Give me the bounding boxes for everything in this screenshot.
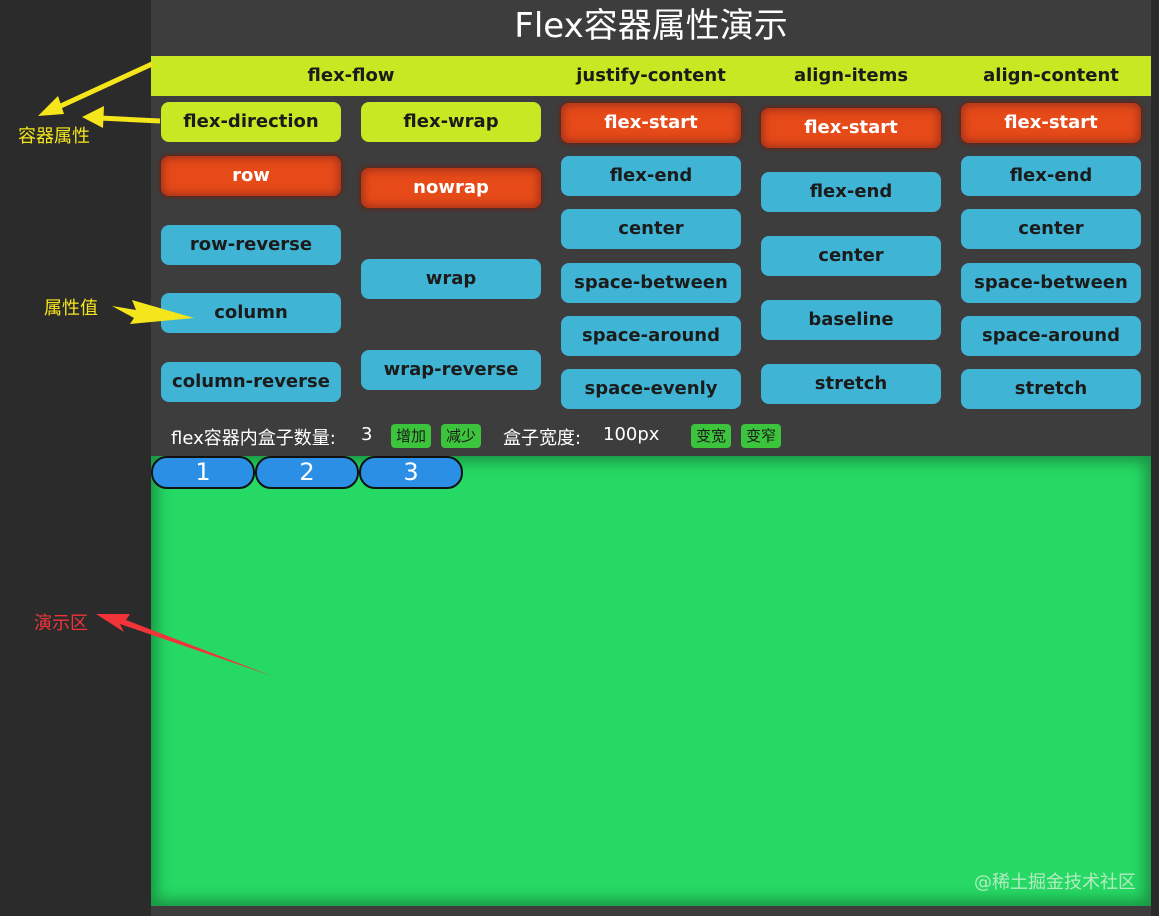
direction-option-column[interactable]: column xyxy=(161,293,341,333)
align-content-option-flex-start[interactable]: flex-start xyxy=(961,103,1141,143)
align-content-option-center[interactable]: center xyxy=(961,209,1141,249)
align-content-option-stretch[interactable]: stretch xyxy=(961,369,1141,409)
header-justify-content: justify-content xyxy=(576,65,726,86)
align-items-option-baseline[interactable]: baseline xyxy=(761,300,941,340)
wrap-option-nowrap[interactable]: nowrap xyxy=(361,168,541,208)
annotation-demo-area: 演示区 xyxy=(34,613,88,634)
align-items-option-flex-start[interactable]: flex-start xyxy=(761,108,941,148)
header-align-content: align-content xyxy=(983,65,1119,86)
annotation-container-props: 容器属性 xyxy=(18,126,90,147)
justify-option-center[interactable]: center xyxy=(561,209,741,249)
header-align-items: align-items xyxy=(793,65,909,86)
decrease-button[interactable]: 减少 xyxy=(441,424,482,448)
flex-box-2: 2 xyxy=(255,456,359,489)
direction-option-row[interactable]: row xyxy=(161,156,341,196)
flex-direction-button[interactable]: flex-direction xyxy=(161,102,341,142)
flex-box-1: 1 xyxy=(151,456,255,489)
header-flex-flow: flex-flow xyxy=(307,65,395,86)
box-count-label: flex容器内盒子数量: xyxy=(171,428,336,449)
annotation-prop-values: 属性值 xyxy=(44,298,98,319)
justify-option-space-around[interactable]: space-around xyxy=(561,316,741,356)
align-content-option-flex-end[interactable]: flex-end xyxy=(961,156,1141,196)
flex-wrap-button[interactable]: flex-wrap xyxy=(361,102,541,142)
direction-option-row-reverse[interactable]: row-reverse xyxy=(161,225,341,265)
align-items-option-stretch[interactable]: stretch xyxy=(761,364,941,404)
demo-area: 1 2 3 xyxy=(151,456,1151,906)
demo-panel: Flex容器属性演示 flex-flow justify-content ali… xyxy=(151,0,1151,916)
watermark: @稀土掘金技术社区 xyxy=(974,872,1136,893)
wider-button[interactable]: 变宽 xyxy=(691,424,732,448)
box-width-label: 盒子宽度: xyxy=(503,428,582,449)
wrap-option-wrap-reverse[interactable]: wrap-reverse xyxy=(361,350,541,390)
narrower-button[interactable]: 变窄 xyxy=(741,424,782,448)
justify-option-flex-start[interactable]: flex-start xyxy=(561,103,741,143)
wrap-option-wrap[interactable]: wrap xyxy=(361,259,541,299)
justify-option-space-evenly[interactable]: space-evenly xyxy=(561,369,741,409)
increase-button[interactable]: 增加 xyxy=(391,424,432,448)
align-content-option-space-around[interactable]: space-around xyxy=(961,316,1141,356)
box-count-value: 3 xyxy=(361,424,373,445)
direction-option-column-reverse[interactable]: column-reverse xyxy=(161,362,341,402)
justify-option-space-between[interactable]: space-between xyxy=(561,263,741,303)
header-bar: flex-flow justify-content align-items al… xyxy=(151,56,1151,96)
page-title: Flex容器属性演示 xyxy=(514,6,788,46)
align-items-option-flex-end[interactable]: flex-end xyxy=(761,172,941,212)
align-content-option-space-between[interactable]: space-between xyxy=(961,263,1141,303)
align-items-option-center[interactable]: center xyxy=(761,236,941,276)
justify-option-flex-end[interactable]: flex-end xyxy=(561,156,741,196)
box-width-value: 100px xyxy=(603,424,660,445)
flex-box-3: 3 xyxy=(359,456,463,489)
